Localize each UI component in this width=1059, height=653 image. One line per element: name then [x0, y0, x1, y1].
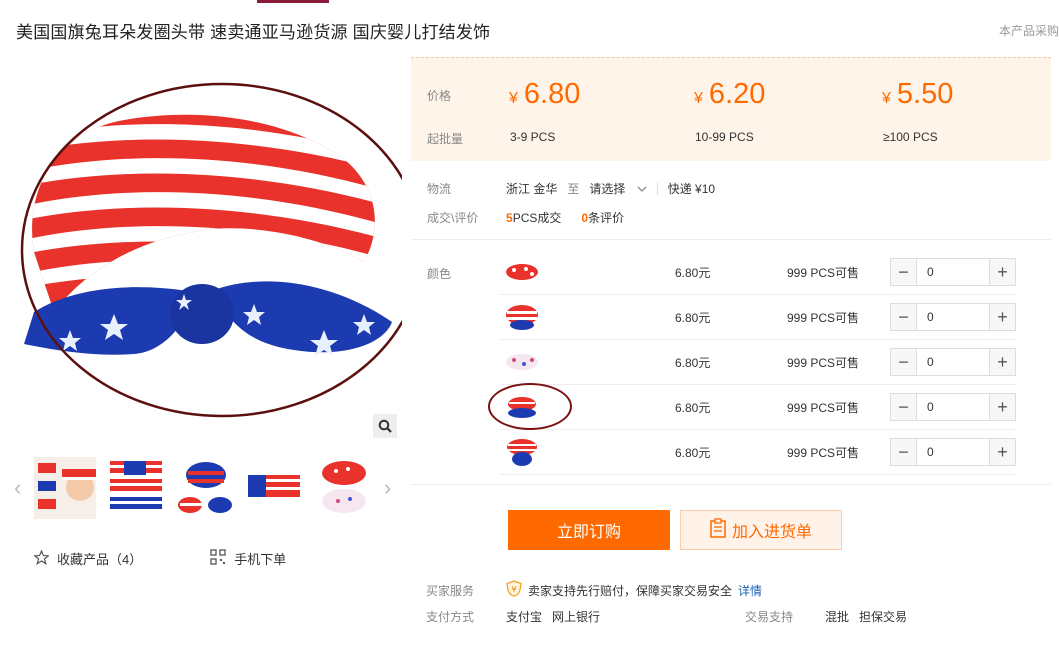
payment-row: 支付方式 支付宝 网上银行 交易支持 混批 担保交易 [426, 608, 907, 625]
sku-stock: 999 PCS可售 [787, 265, 860, 280]
review-suffix[interactable]: 条评价 [588, 209, 624, 226]
sku-thumbnail[interactable] [500, 254, 544, 290]
chevron-left-icon[interactable]: ‹ [14, 475, 21, 501]
sku-price: 6.80元 [675, 445, 711, 460]
quantity-stepper: − + [890, 438, 1016, 466]
logistics-row: 物流 浙江 金华 至 请选择 快递 ¥10 [427, 180, 715, 197]
thumbnail-strip: ‹ › [14, 455, 406, 523]
service-row: 买家服务 ¥ 卖家支持先行赔付，保障买家交易安全 详情 [426, 580, 762, 600]
sku-price: 6.80元 [675, 265, 711, 280]
plus-icon[interactable]: + [989, 349, 1015, 375]
quantity-input[interactable] [917, 394, 989, 420]
quantity-stepper: − + [890, 303, 1016, 331]
favorite-product-link[interactable]: 收藏产品（4） [57, 549, 142, 568]
sku-stock: 999 PCS可售 [787, 445, 860, 460]
thumbnail-5[interactable] [314, 457, 376, 519]
quantity-stepper: − + [890, 348, 1016, 376]
price-box: 价格 起批量 ¥6.80 3-9 PCS ¥6.20 10-99 PCS ¥5.… [411, 57, 1051, 161]
sku-row: 6.80元 999 PCS可售 − + [500, 250, 1016, 295]
minus-icon[interactable]: − [891, 394, 917, 420]
minus-icon[interactable]: − [891, 349, 917, 375]
trade-methods: 混批 担保交易 [825, 610, 908, 624]
thumbnail-4[interactable] [242, 457, 304, 519]
sku-thumbnail[interactable] [500, 434, 544, 470]
logistics-origin: 浙江 金华 [506, 182, 558, 196]
favorite-row: 收藏产品（4） 手机下单 [33, 548, 286, 568]
plus-icon[interactable]: + [989, 394, 1015, 420]
add-to-list-label: 加入进货单 [731, 524, 812, 541]
logistics-to: 至 [567, 182, 580, 196]
thumbnail-1[interactable] [34, 457, 96, 519]
quantity-stepper: − + [890, 258, 1016, 286]
qty-tier-2: 10-99 PCS [695, 130, 754, 144]
service-label: 买家服务 [426, 583, 475, 598]
price-label: 价格 [427, 89, 452, 103]
svg-text:¥: ¥ [511, 585, 516, 594]
plus-icon[interactable]: + [989, 259, 1015, 285]
thumbnail-3[interactable] [174, 457, 236, 519]
buy-now-button[interactable]: 立即订购 [508, 510, 670, 550]
quantity-input[interactable] [917, 349, 989, 375]
quantity-input[interactable] [917, 439, 989, 465]
sku-price: 6.80元 [675, 355, 711, 370]
price-tier-2: ¥6.20 [694, 78, 766, 110]
sku-thumbnail[interactable] [500, 299, 544, 335]
payment-methods: 支付宝 网上银行 [506, 610, 601, 624]
details-link[interactable]: 详情 [738, 582, 762, 599]
top-accent-bar [257, 0, 329, 3]
review-count: 0 [581, 210, 589, 225]
sku-thumbnail[interactable] [500, 389, 544, 425]
deals-row: 成交\评价 5 PCS成交 0 条评价 [427, 209, 624, 226]
clipboard-icon [710, 517, 726, 543]
color-label: 颜色 [427, 267, 452, 281]
trade-label: 交易支持 [745, 610, 794, 624]
minus-icon[interactable]: − [891, 304, 917, 330]
chevron-right-icon[interactable]: › [384, 475, 391, 501]
quantity-stepper: − + [890, 393, 1016, 421]
plus-icon[interactable]: + [989, 304, 1015, 330]
moq-label: 起批量 [427, 132, 464, 146]
star-icon[interactable] [33, 548, 50, 568]
sku-price: 6.80元 [675, 310, 711, 325]
sku-stock: 999 PCS可售 [787, 310, 860, 325]
sku-stock: 999 PCS可售 [787, 355, 860, 370]
sku-stock: 999 PCS可售 [787, 400, 860, 415]
deals-label: 成交\评价 [427, 211, 479, 225]
sku-row: 6.80元 999 PCS可售 − + [500, 385, 1016, 430]
sold-count: 5 [506, 210, 513, 225]
plus-icon[interactable]: + [989, 439, 1015, 465]
top-right-link[interactable]: 本产品采购 [999, 22, 1059, 39]
product-title: 美国国旗兔耳朵发圈头带 速卖通亚马逊货源 国庆婴儿打结发饰 [16, 23, 491, 42]
minus-icon[interactable]: − [891, 439, 917, 465]
divider [411, 484, 1051, 485]
main-product-image[interactable] [14, 82, 424, 430]
price-tier-1: ¥6.80 [509, 78, 581, 110]
quantity-input[interactable] [917, 304, 989, 330]
payment-label: 支付方式 [426, 610, 475, 624]
sku-row: 6.80元 999 PCS可售 − + [500, 340, 1016, 385]
zoom-button[interactable] [373, 414, 397, 438]
mobile-order-link[interactable]: 手机下单 [234, 549, 286, 568]
shield-icon: ¥ [506, 580, 522, 600]
destination-select[interactable]: 请选择 [589, 180, 647, 197]
thumbnail-2[interactable] [106, 457, 168, 519]
minus-icon[interactable]: − [891, 259, 917, 285]
chevron-down-icon [637, 186, 647, 192]
magnifier-icon [378, 419, 392, 433]
sku-row: 6.80元 999 PCS可售 − + [500, 295, 1016, 340]
sku-price: 6.80元 [675, 400, 711, 415]
express-fee: 快递 ¥10 [667, 182, 716, 196]
logistics-label: 物流 [427, 182, 452, 196]
divider [411, 239, 1051, 240]
add-to-list-button[interactable]: 加入进货单 [680, 510, 842, 550]
sold-suffix[interactable]: PCS成交 [513, 209, 562, 226]
qty-tier-3: ≥100 PCS [883, 130, 938, 144]
service-text: 卖家支持先行赔付，保障买家交易安全 [528, 583, 733, 598]
qr-code-icon[interactable] [210, 549, 226, 568]
sku-row: 6.80元 999 PCS可售 − + [500, 430, 1016, 475]
qty-tier-1: 3-9 PCS [510, 130, 556, 144]
quantity-input[interactable] [917, 259, 989, 285]
price-tier-3: ¥5.50 [882, 78, 954, 110]
sku-thumbnail[interactable] [500, 344, 544, 380]
